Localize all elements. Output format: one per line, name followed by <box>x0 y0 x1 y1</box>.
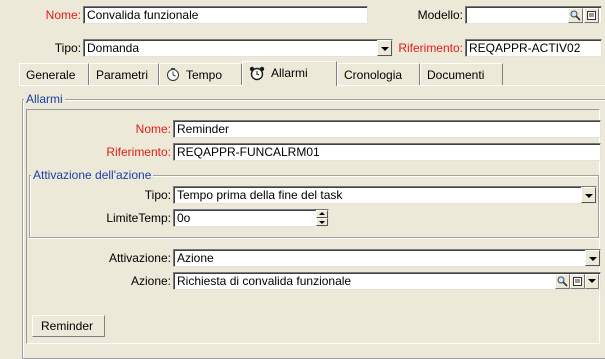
limite-temp-label: LimiteTemp: <box>106 211 171 225</box>
tab-allarmi[interactable]: Allarmi <box>242 61 337 86</box>
activation-tipo-label: Tipo: <box>144 188 171 202</box>
alarm-nome-field[interactable]: Reminder <box>173 120 601 138</box>
tab-label: Reminder <box>41 319 94 333</box>
spinner-down-icon[interactable] <box>316 218 328 226</box>
alarm-clock-icon <box>249 66 265 81</box>
alarm-riferimento-label: Riferimento: <box>106 145 171 159</box>
details-button[interactable] <box>584 8 599 23</box>
clock-icon <box>167 68 179 81</box>
alarm-nome-label: Nome: <box>135 122 171 136</box>
azione-search-button[interactable] <box>555 274 570 289</box>
tab-tempo[interactable]: Tempo <box>159 63 242 85</box>
tab-label: Generale <box>26 68 76 82</box>
form-icon <box>587 11 596 20</box>
tab-label: Parametri <box>96 68 149 82</box>
attivazione-label: Attivazione: <box>108 251 171 265</box>
tab-generale[interactable]: Generale <box>19 63 89 85</box>
chevron-down-icon <box>588 279 596 283</box>
nome-label: Nome: <box>45 8 81 22</box>
activation-group-title: Attivazione dell'azione <box>31 168 154 182</box>
tab-label: Tempo <box>186 68 223 82</box>
azione-field[interactable]: Richiesta di convalida funzionale <box>173 272 601 290</box>
tab-documenti[interactable]: Documenti <box>420 63 503 85</box>
tipo-label: Tipo: <box>54 41 81 55</box>
tipo-dropdown-button[interactable] <box>377 40 392 56</box>
limite-temp-field[interactable]: 0o <box>173 209 329 227</box>
azione-details-button[interactable] <box>570 274 585 289</box>
attivazione-dropdown-button[interactable] <box>585 250 600 266</box>
allarmi-group-title: Allarmi <box>24 92 65 106</box>
azione-dropdown-button[interactable] <box>585 274 599 289</box>
activation-group <box>29 175 599 238</box>
azione-label: Azione: <box>130 274 171 288</box>
search-button[interactable] <box>568 8 583 23</box>
tab-label: Cronologia <box>344 68 403 82</box>
riferimento-field[interactable]: REQAPPR-ACTIV02 <box>465 39 602 57</box>
tipo-select[interactable]: Domanda <box>83 39 393 57</box>
nome-field[interactable]: Convalida funzionale <box>83 6 368 24</box>
riferimento-label: Riferimento: <box>398 41 463 55</box>
modello-label: Modello: <box>417 8 463 22</box>
tab-parametri[interactable]: Parametri <box>89 63 159 85</box>
magnifier-icon <box>557 276 568 287</box>
form-icon <box>573 277 582 286</box>
alarm-riferimento-field[interactable]: REQAPPR-FUNCALRM01 <box>173 143 601 161</box>
activation-tipo-dropdown-button[interactable] <box>581 187 596 203</box>
magnifier-icon <box>570 10 581 21</box>
tab-cronologia[interactable]: Cronologia <box>337 63 420 85</box>
tab-label: Allarmi <box>271 66 308 80</box>
tab-reminder[interactable]: Reminder <box>32 315 105 337</box>
limite-temp-spinner[interactable] <box>316 210 328 226</box>
activation-tipo-select[interactable]: Tempo prima della fine del task <box>173 186 597 204</box>
attivazione-select[interactable]: Azione <box>173 249 601 267</box>
spinner-up-icon[interactable] <box>316 210 328 218</box>
tab-label: Documenti <box>427 68 485 82</box>
